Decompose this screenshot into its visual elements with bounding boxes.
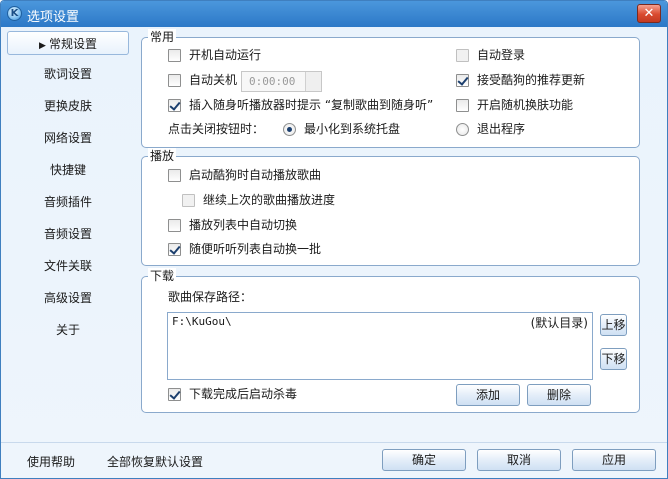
autoshutdown-checkbox[interactable] [168,74,181,87]
general-group: 常用 开机自动运行 自动登录 自动关机 0:00:00 接受酷狗的推荐更新 插入… [141,29,640,148]
download-group-title: 下载 [148,268,177,284]
save-path-value[interactable]: F:\KuGou\ [172,315,232,328]
restore-defaults-link[interactable]: 全部恢复默认设置 [107,453,203,470]
playback-group: 播放 启动酷狗时自动播放歌曲 继续上次的歌曲播放进度 播放列表中自动切换 随便听… [141,148,640,266]
antivirus-checkbox[interactable] [168,388,181,401]
sidebar-item-network[interactable]: 网络设置 [7,126,129,150]
random-batch-checkbox[interactable] [168,243,181,256]
autoshutdown-label: 自动关机 [189,73,238,87]
shutdown-time-value: 0:00:00 [249,75,296,88]
autologin-label: 自动登录 [477,48,526,62]
help-link[interactable]: 使用帮助 [27,453,75,470]
playback-group-title: 播放 [148,148,177,164]
shutdown-time-input[interactable]: 0:00:00 [241,71,322,92]
random-skin-label: 开启随机换肤功能 [477,98,574,112]
delete-path-button[interactable]: 删除 [527,384,591,406]
accept-updates-checkbox[interactable] [456,74,469,87]
default-dir-tag: (默认目录) [530,316,588,330]
sidebar-item-audio-settings[interactable]: 音频设置 [7,222,129,246]
sidebar: ▶ 常规设置 歌词设置 更换皮肤 网络设置 快捷键 音频插件 音频设置 文件关联 … [7,29,129,439]
sidebar-item-advanced[interactable]: 高级设置 [7,286,129,310]
ok-button[interactable]: 确定 [382,449,466,471]
cancel-button[interactable]: 取消 [477,449,561,471]
autostart-label: 开机自动运行 [189,48,262,62]
save-path-list[interactable]: F:\KuGou\ (默认目录) [167,312,593,380]
save-path-label: 歌曲保存路径： [168,290,253,304]
add-path-button[interactable]: 添加 [456,384,520,406]
title-bar[interactable]: K 选项设置 ✕ [1,1,667,27]
close-button[interactable]: ✕ [637,4,661,23]
resume-label: 继续上次的歌曲播放进度 [203,193,336,207]
autoplay-label: 启动酷狗时自动播放歌曲 [189,168,322,182]
general-group-title: 常用 [148,29,177,45]
window-title: 选项设置 [27,10,80,25]
options-dialog: K 选项设置 ✕ ▶ 常规设置 歌词设置 更换皮肤 网络设置 快捷键 音频插件 音… [0,0,668,479]
sidebar-item-about[interactable]: 关于 [7,318,129,342]
sidebar-item-hotkeys[interactable]: 快捷键 [7,158,129,182]
antivirus-label: 下载完成后启动杀毒 [189,387,298,401]
move-down-button[interactable]: 下移 [600,348,627,370]
prompt-copy-label: 插入随身听播放器时提示 “复制歌曲到随身听” [189,98,434,112]
apply-button[interactable]: 应用 [572,449,656,471]
close-exit-radio[interactable] [456,123,469,136]
sidebar-item-general[interactable]: ▶ 常规设置 [7,31,129,55]
accept-updates-label: 接受酷狗的推荐更新 [477,73,586,87]
sidebar-item-skin[interactable]: 更换皮肤 [7,94,129,118]
resume-checkbox[interactable] [182,194,195,207]
close-minimize-radio[interactable] [283,123,296,136]
auto-switch-checkbox[interactable] [168,219,181,232]
random-batch-label: 随便听听列表自动换一批 [189,242,322,256]
move-up-button[interactable]: 上移 [600,314,627,336]
autoplay-checkbox[interactable] [168,169,181,182]
triangle-right-icon: ▶ [39,41,46,51]
close-behavior-label: 点击关闭按钮时： [168,122,265,136]
autologin-checkbox[interactable] [456,49,469,62]
kugou-logo-icon: K [7,6,22,21]
close-minimize-label: 最小化到系统托盘 [304,122,401,136]
time-spinner[interactable] [305,72,321,91]
random-skin-checkbox[interactable] [456,99,469,112]
sidebar-item-file-association[interactable]: 文件关联 [7,254,129,278]
sidebar-item-lyrics[interactable]: 歌词设置 [7,62,129,86]
auto-switch-label: 播放列表中自动切换 [189,218,298,232]
autostart-checkbox[interactable] [168,49,181,62]
download-group: 下载 歌曲保存路径： F:\KuGou\ (默认目录) 上移 下移 下载完成后启… [141,268,640,413]
close-exit-label: 退出程序 [477,122,526,136]
prompt-copy-checkbox[interactable] [168,99,181,112]
sidebar-item-audio-plugins[interactable]: 音频插件 [7,190,129,214]
close-icon: ✕ [643,6,655,21]
dialog-footer: 使用帮助 全部恢复默认设置 确定 取消 应用 [1,442,667,478]
